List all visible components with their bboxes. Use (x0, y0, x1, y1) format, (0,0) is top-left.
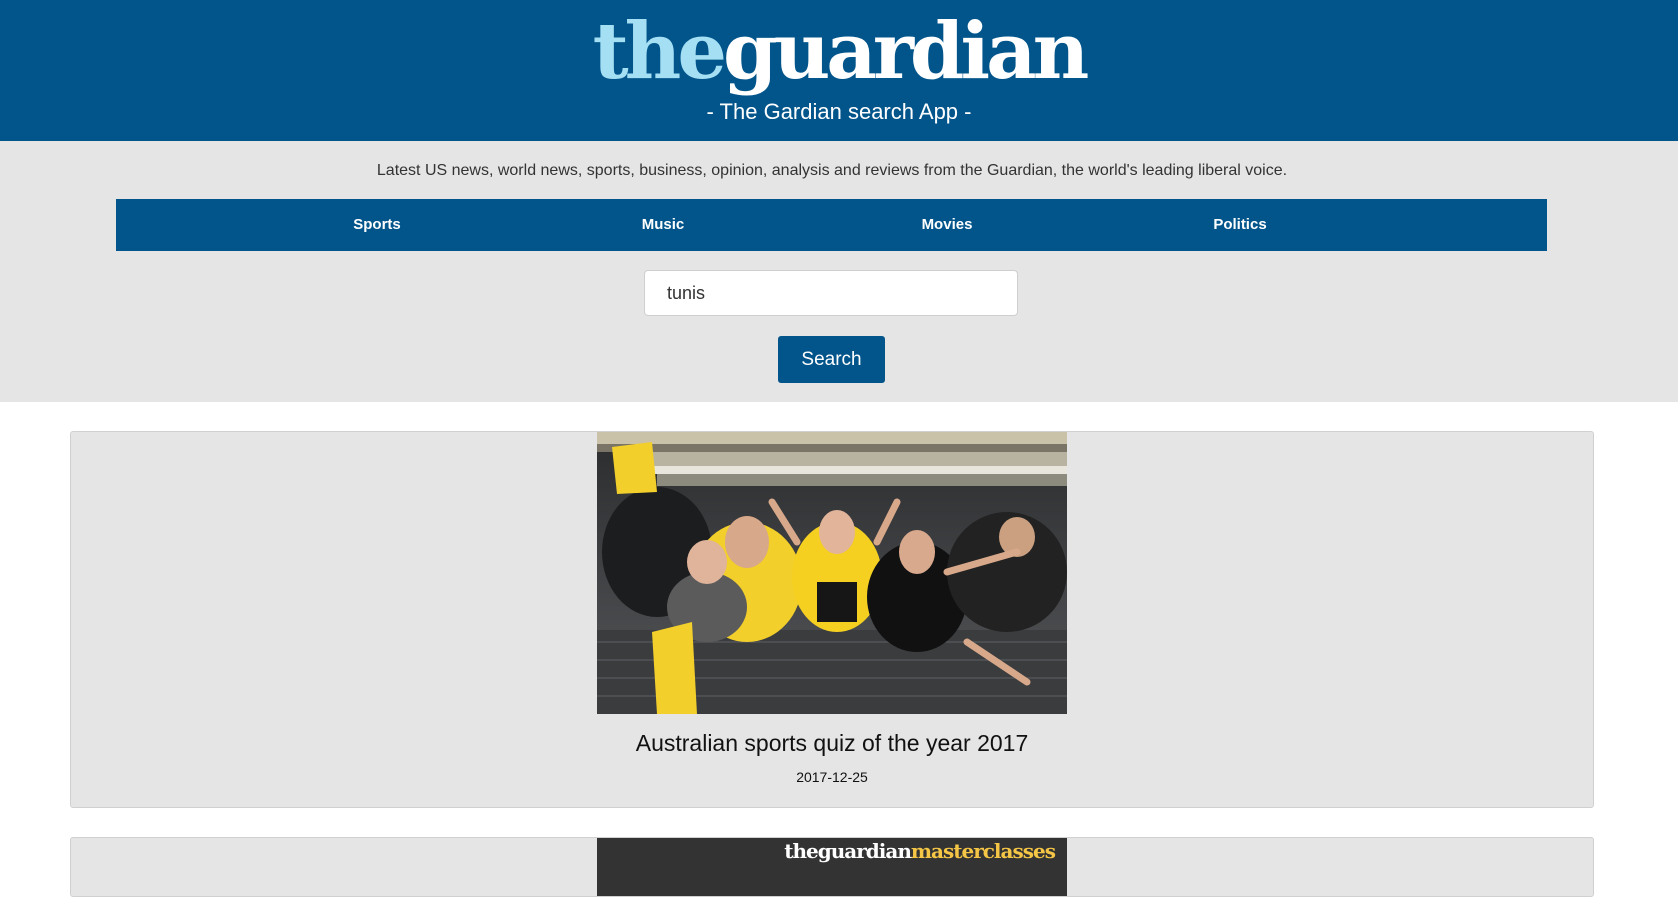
result-card[interactable]: Australian sports quiz of the year 2017 … (70, 431, 1594, 808)
result-image[interactable] (597, 432, 1067, 714)
search-input[interactable] (644, 270, 1018, 316)
app-subtitle: - The Gardian search App - (706, 99, 972, 124)
site-tagline: Latest US news, world news, sports, busi… (376, 162, 1288, 179)
category-nav: Sports Music Movies Politics (116, 199, 1547, 251)
sports-fans-photo (597, 432, 1067, 714)
search-button[interactable]: Search (778, 336, 885, 383)
result-date: 2017-12-25 (796, 769, 868, 785)
search-section: Latest US news, world news, sports, busi… (0, 141, 1678, 402)
nav-item-movies[interactable]: Movies (877, 199, 1017, 251)
nav-item-sports[interactable]: Sports (307, 199, 447, 251)
result-image[interactable]: theguardianmasterclasses (597, 838, 1067, 896)
nav-item-politics[interactable]: Politics (1170, 199, 1310, 251)
logo-the: the (592, 6, 727, 97)
masterclasses-logo-b: masterclasses (910, 839, 1056, 863)
guardian-logo[interactable]: theguardian (0, 2, 1678, 102)
result-card[interactable]: theguardianmasterclasses (70, 837, 1594, 897)
masterclasses-logo-a: theguardian (784, 839, 912, 863)
site-header: theguardian - The Gardian search App - (0, 0, 1678, 141)
result-title[interactable]: Australian sports quiz of the year 2017 (71, 728, 1593, 758)
logo-guardian: guardian (723, 6, 1089, 97)
masterclasses-logo: theguardianmasterclasses (784, 838, 1056, 864)
nav-item-music[interactable]: Music (593, 199, 733, 251)
